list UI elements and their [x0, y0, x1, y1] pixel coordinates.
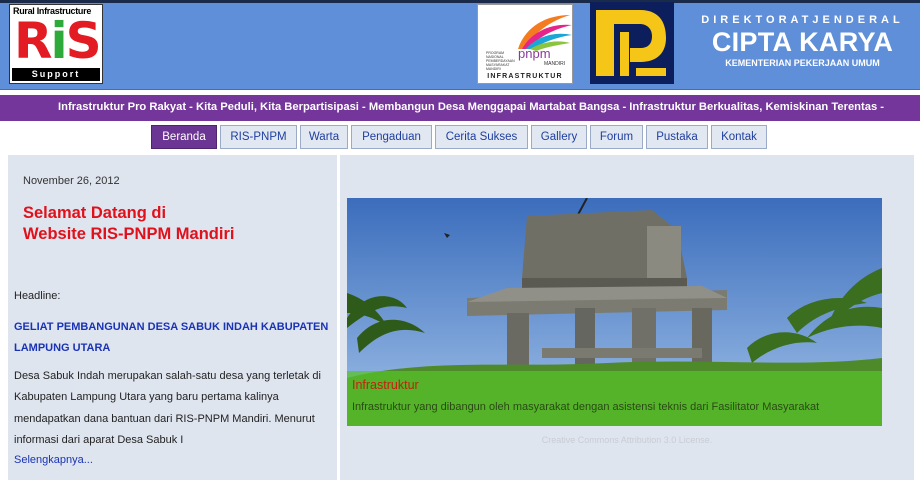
- headline-label: Headline:: [14, 290, 61, 302]
- slide-caption-title: Infrastruktur: [352, 378, 419, 392]
- nav-item-pengaduan[interactable]: Pengaduan: [351, 125, 432, 149]
- nav-item-gallery[interactable]: Gallery: [531, 125, 587, 149]
- pnpm-logo-brand: pnpm: [518, 46, 551, 61]
- post-date: November 26, 2012: [23, 175, 120, 187]
- ris-logo-letters: RiS: [14, 12, 102, 70]
- main-nav: Beranda RIS-PNPM Warta Pengaduan Cerita …: [0, 121, 920, 154]
- slide-caption-text: Infrastruktur yang dibangun oleh masyara…: [352, 401, 820, 413]
- read-more-link[interactable]: Selengkapnya...: [14, 454, 93, 466]
- header-top-line: [0, 0, 920, 3]
- site-title: CIPTA KARYA: [711, 27, 894, 57]
- slide-caption: Infrastruktur Infrastruktur yang dibangu…: [347, 371, 882, 426]
- nav-item-cerita-sukses[interactable]: Cerita Sukses: [435, 125, 528, 149]
- page-root: { "header": { "ris_logo": {"top": "Rural…: [0, 0, 920, 480]
- welcome-heading: Selamat Datang di Website RIS-PNPM Mandi…: [23, 203, 323, 245]
- slogan-text: Infrastruktur Pro Rakyat - Kita Peduli, …: [58, 101, 885, 113]
- pu-emblem-icon[interactable]: [590, 2, 674, 84]
- headline-excerpt: Desa Sabuk Indah merupakan salah-satu de…: [14, 370, 321, 446]
- pnpm-logo[interactable]: PROGRAM NASIONAL PEMBERDAYAAN MASYARAKAT…: [477, 4, 573, 84]
- nav-item-ris-pnpm[interactable]: RIS-PNPM: [220, 125, 297, 149]
- ris-logo[interactable]: Rural Infrastructure RiS Support: [9, 4, 103, 84]
- nav-item-forum[interactable]: Forum: [590, 125, 643, 149]
- welcome-line-2: Website RIS-PNPM Mandiri: [23, 225, 235, 243]
- ministry-label: KEMENTERIAN PEKERJAAN UMUM: [725, 58, 880, 68]
- slogan-marquee: Infrastruktur Pro Rakyat - Kita Peduli, …: [0, 95, 920, 121]
- directorate-block: DIREKTORATJENDERAL CIPTA KARYA KEMENTERI…: [690, 14, 915, 68]
- slideshow-panel: Infrastruktur Infrastruktur yang dibangu…: [340, 155, 914, 480]
- site-header: Rural Infrastructure RiS Support PROGRAM…: [0, 0, 920, 90]
- nav-item-beranda[interactable]: Beranda: [151, 125, 217, 149]
- pnpm-logo-subtitle: INFRASTRUKTUR: [487, 73, 563, 80]
- welcome-line-1: Selamat Datang di: [23, 204, 167, 222]
- nav-item-kontak[interactable]: Kontak: [711, 125, 767, 149]
- slideshow-image[interactable]: Infrastruktur Infrastruktur yang dibangu…: [347, 198, 882, 426]
- directorate-label: DIREKTORATJENDERAL: [701, 14, 904, 26]
- headline-title-link[interactable]: GELIAT PEMBANGUNAN DESA SABUK INDAH KABU…: [14, 317, 329, 359]
- pnpm-logo-small-text: PROGRAM NASIONAL PEMBERDAYAAN MASYARAKAT…: [486, 51, 515, 71]
- pnpm-logo-mandiri: MANDIRI: [544, 61, 566, 67]
- nav-item-pustaka[interactable]: Pustaka: [646, 125, 708, 149]
- nav-item-warta[interactable]: Warta: [300, 125, 348, 149]
- license-text[interactable]: Creative Commons Attribution 3.0 License…: [340, 435, 914, 445]
- welcome-panel: November 26, 2012 Selamat Datang di Webs…: [8, 155, 337, 480]
- ris-logo-bottom-text: Support: [12, 68, 100, 81]
